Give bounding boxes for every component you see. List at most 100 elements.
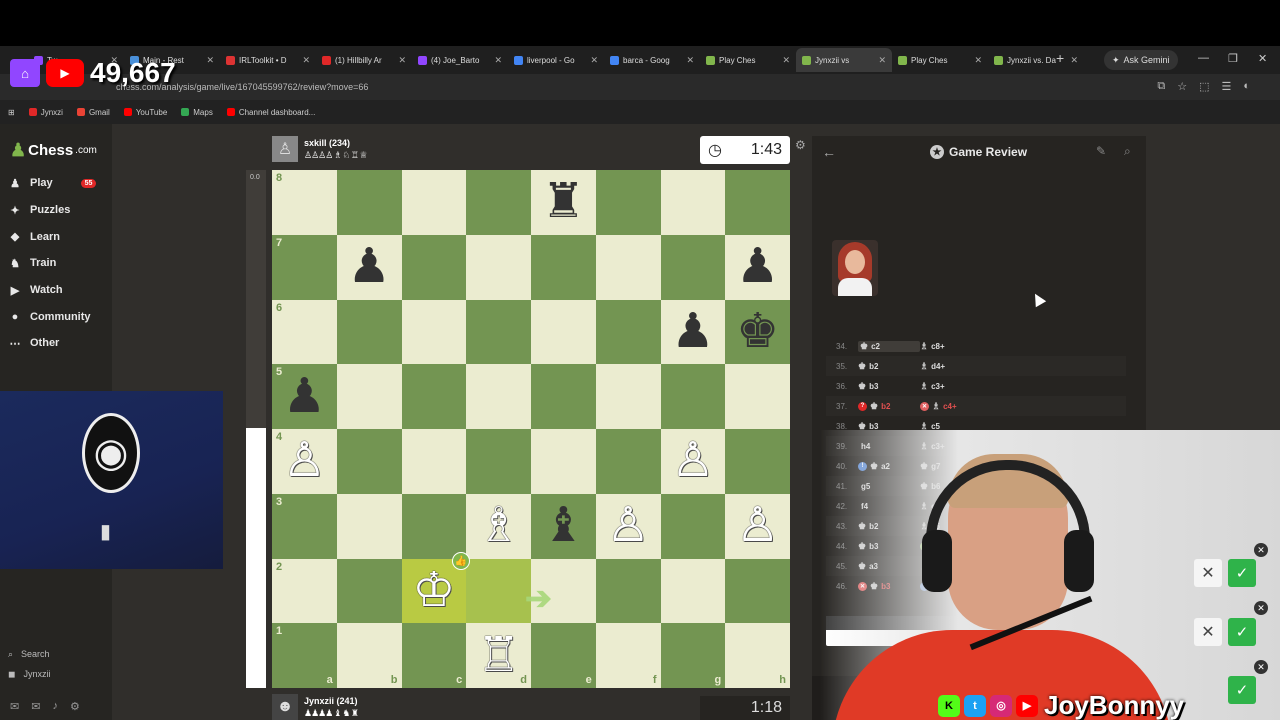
tab-close-icon[interactable]: ✕ bbox=[590, 55, 598, 66]
deny-icon[interactable]: ✕ bbox=[1194, 618, 1222, 646]
square-e4[interactable] bbox=[531, 429, 596, 494]
board-settings-icon[interactable]: ⚙ bbox=[795, 138, 806, 152]
square-h2[interactable] bbox=[725, 558, 790, 624]
browser-tab[interactable]: Jynxzii vs ✕ bbox=[796, 48, 892, 72]
queue-icon[interactable]: ☰ bbox=[1221, 80, 1231, 93]
square-e6[interactable] bbox=[531, 299, 596, 365]
square-d5[interactable] bbox=[466, 364, 531, 429]
square-c1[interactable]: c bbox=[401, 623, 467, 688]
pin-icon[interactable]: ✎ bbox=[1096, 144, 1106, 158]
bookmark-star-icon[interactable]: ☆ bbox=[1177, 80, 1187, 93]
sidebar-item-learn[interactable]: ◆ Learn bbox=[8, 223, 96, 250]
notifications-icon[interactable]: ✉ bbox=[10, 700, 19, 713]
dismiss-icon[interactable]: ✕ bbox=[1254, 601, 1268, 615]
new-tab-icon[interactable]: + bbox=[1056, 50, 1064, 66]
black-move[interactable]: ♗c3+ bbox=[920, 381, 1126, 392]
top-player-name[interactable]: sxkill (234) bbox=[304, 138, 367, 148]
square-g3[interactable] bbox=[660, 493, 726, 559]
sidebar-item-watch[interactable]: ▶ Watch bbox=[8, 277, 96, 304]
square-e5[interactable] bbox=[531, 364, 596, 429]
chess-piece[interactable]: ♙ bbox=[671, 437, 714, 485]
square-f1[interactable]: f bbox=[595, 623, 661, 688]
bookmark-item[interactable]: Gmail bbox=[76, 108, 110, 117]
approve-icon[interactable]: ✓ bbox=[1228, 559, 1256, 587]
white-move[interactable]: ♚b3 bbox=[858, 381, 920, 392]
square-b2[interactable] bbox=[336, 558, 402, 624]
square-e3[interactable]: ♝ bbox=[531, 493, 596, 559]
back-arrow-icon[interactable]: ← bbox=[822, 144, 836, 160]
chess-piece[interactable]: ♟ bbox=[671, 307, 714, 356]
square-e8[interactable]: ♜ bbox=[531, 170, 596, 235]
square-a5[interactable]: 5 ♟ bbox=[272, 364, 337, 429]
bookmark-item[interactable]: Jynxzi bbox=[28, 108, 63, 117]
tab-close-icon[interactable]: ✕ bbox=[878, 55, 886, 66]
chess-logo[interactable]: ♟ Chess .com bbox=[10, 140, 97, 161]
square-b4[interactable] bbox=[336, 429, 402, 494]
sidebar-search[interactable]: ⌕ Search bbox=[8, 644, 51, 664]
chess-piece[interactable]: ♜ bbox=[542, 178, 585, 226]
square-h3[interactable]: ♙ bbox=[725, 493, 790, 559]
square-h7[interactable]: ♟ bbox=[725, 234, 790, 300]
chess-piece[interactable]: ♖ bbox=[477, 631, 520, 680]
square-f6[interactable] bbox=[595, 299, 661, 365]
browser-tab[interactable]: Play Ches ✕ bbox=[700, 48, 796, 72]
deny-icon[interactable]: ✕ bbox=[1194, 559, 1222, 587]
settings-gear-icon[interactable]: ⚙ bbox=[70, 700, 80, 713]
chess-piece[interactable]: ♙ bbox=[736, 502, 779, 550]
square-c6[interactable] bbox=[401, 299, 467, 365]
square-g8[interactable] bbox=[660, 170, 726, 235]
square-h6[interactable]: ♚ bbox=[725, 299, 790, 365]
square-a2[interactable]: 2 bbox=[272, 558, 337, 624]
black-move[interactable]: ♗ d4+ bbox=[920, 361, 1126, 372]
bell-icon[interactable]: ♪ bbox=[52, 700, 58, 713]
bottom-player-avatar[interactable]: ☻ bbox=[272, 694, 298, 720]
browser-tab[interactable]: Play Ches ✕ bbox=[892, 48, 988, 72]
apps-grid-icon[interactable]: ⊞ bbox=[8, 108, 15, 117]
square-a3[interactable]: 3 bbox=[272, 493, 337, 559]
white-move[interactable]: ♚b2 bbox=[858, 361, 920, 372]
square-h1[interactable]: h bbox=[725, 623, 790, 688]
sidebar-item-train[interactable]: ♞ Train bbox=[8, 250, 96, 277]
ask-gemini-button[interactable]: ✦ Ask Gemini bbox=[1104, 50, 1178, 70]
browser-tab[interactable]: IRLToolkit • D ✕ bbox=[220, 48, 316, 72]
sidebar-item-play[interactable]: ♟ Play 55 bbox=[8, 170, 97, 197]
square-a6[interactable]: 6 bbox=[272, 299, 337, 365]
approve-icon[interactable]: ✓ bbox=[1228, 618, 1256, 646]
square-g4[interactable]: ♙ bbox=[660, 429, 726, 494]
square-e1[interactable]: e bbox=[531, 623, 596, 688]
chess-piece[interactable]: ♚ bbox=[736, 307, 779, 356]
square-d8[interactable] bbox=[466, 170, 531, 235]
browser-tab[interactable]: liverpool - Go ✕ bbox=[508, 48, 604, 72]
maximize-icon[interactable]: ❐ bbox=[1228, 52, 1238, 65]
square-h8[interactable] bbox=[725, 170, 790, 235]
extensions-icon[interactable]: ⬚ bbox=[1199, 80, 1209, 93]
magnify-icon[interactable]: ⌕ bbox=[1124, 144, 1131, 159]
square-b5[interactable] bbox=[336, 364, 402, 429]
chess-piece[interactable]: ♝ bbox=[542, 502, 585, 550]
tab-close-icon[interactable]: ✕ bbox=[1070, 55, 1078, 66]
square-d3[interactable]: ♗ bbox=[466, 493, 531, 559]
square-f7[interactable] bbox=[595, 234, 661, 300]
square-h5[interactable] bbox=[725, 364, 790, 429]
square-a1[interactable]: 1a bbox=[272, 623, 337, 688]
dismiss-icon[interactable]: ✕ bbox=[1254, 543, 1268, 557]
chess-piece[interactable]: ♗ bbox=[477, 502, 520, 550]
square-d4[interactable] bbox=[466, 429, 531, 494]
square-a4[interactable]: 4 ♙ bbox=[272, 429, 337, 494]
square-b6[interactable] bbox=[336, 299, 402, 365]
chess-piece[interactable]: ♔ bbox=[412, 566, 455, 615]
minimize-icon[interactable]: — bbox=[1198, 52, 1209, 64]
square-f8[interactable] bbox=[595, 170, 661, 235]
top-player-avatar[interactable]: ♙ bbox=[272, 136, 298, 162]
browser-tab[interactable]: barca - Goog ✕ bbox=[604, 48, 700, 72]
square-b7[interactable]: ♟ bbox=[336, 234, 402, 300]
black-move[interactable]: ✕ ♗ c4+ bbox=[920, 401, 1126, 412]
square-g1[interactable]: g bbox=[660, 623, 726, 688]
close-window-icon[interactable]: ✕ bbox=[1258, 52, 1267, 65]
bookmark-item[interactable]: Channel dashboard... bbox=[226, 108, 315, 117]
sidebar-item-community[interactable]: ● Community bbox=[8, 303, 96, 330]
messages-icon[interactable]: ✉ bbox=[31, 700, 40, 713]
square-a8[interactable]: 8 bbox=[272, 170, 337, 235]
chess-piece[interactable]: ♟ bbox=[348, 243, 391, 291]
square-g6[interactable]: ♟ bbox=[660, 299, 726, 365]
